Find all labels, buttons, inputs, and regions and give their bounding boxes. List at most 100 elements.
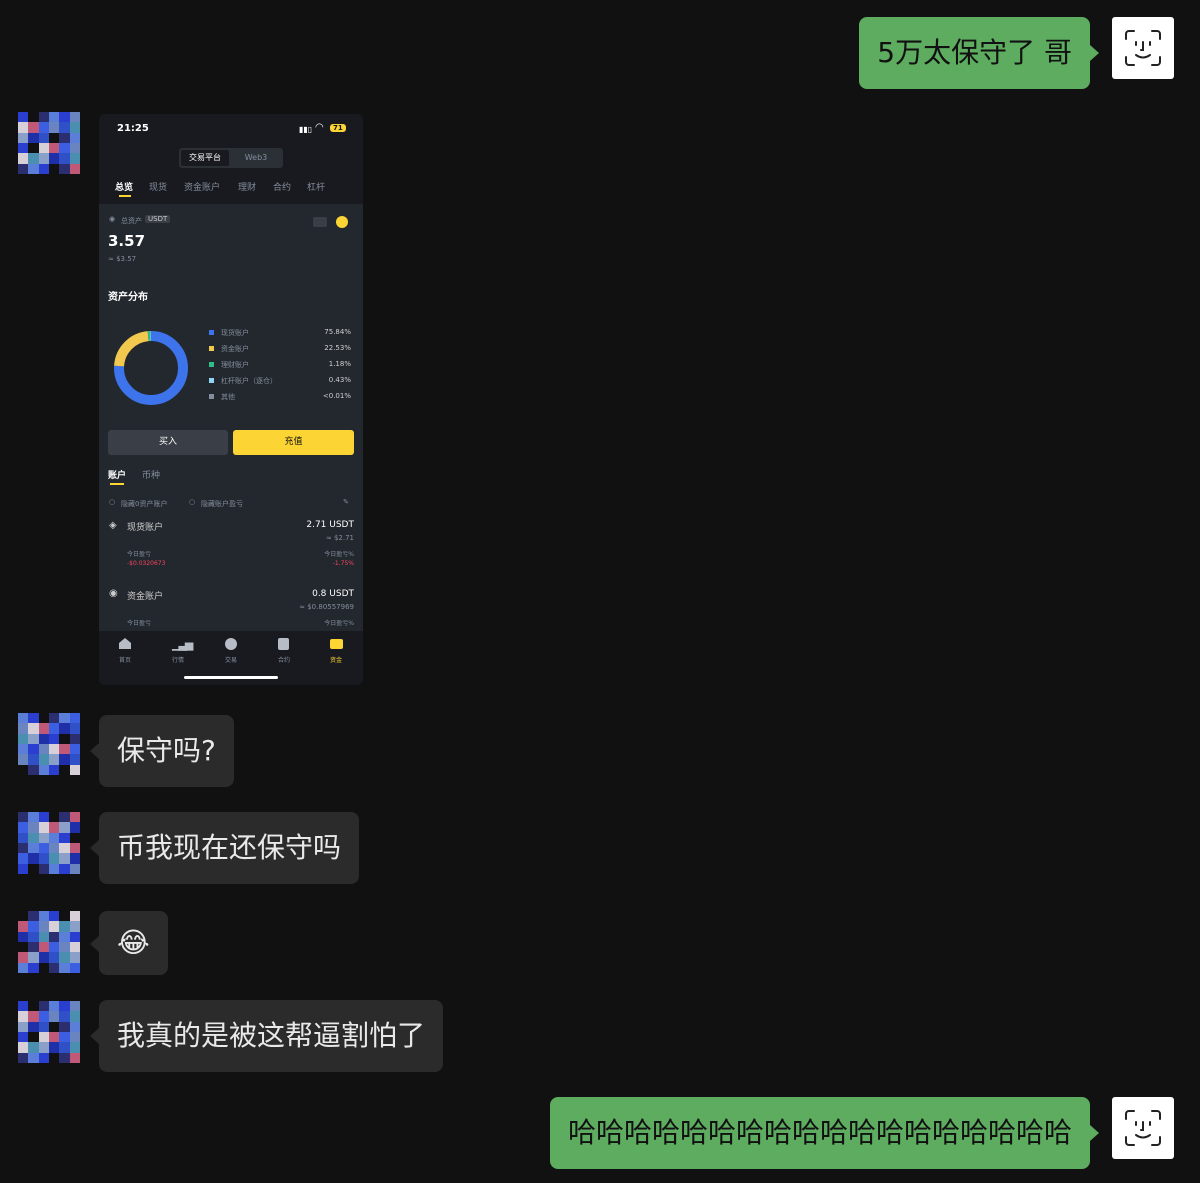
legend-item: 理财账户 1.18% [209, 360, 351, 370]
hide-zero-label: 隐藏0资产账户 [121, 500, 168, 508]
legend-value: 75.84% [324, 328, 351, 336]
bubble-tail [1090, 1125, 1099, 1141]
legend-item: 现货账户 75.84% [209, 328, 351, 338]
tab-exchange[interactable]: 交易平台 [181, 150, 229, 166]
legend-value: 1.18% [328, 360, 351, 368]
fund-account-amount: 0.8 USDT [312, 589, 354, 599]
contact-avatar[interactable] [18, 911, 80, 973]
tab-funding[interactable]: 资金账户 [184, 180, 220, 193]
hide-zero-checkbox[interactable]: ○ [109, 498, 115, 506]
contact-avatar[interactable] [18, 112, 80, 174]
fund-account-name[interactable]: 资金账户 [127, 589, 163, 602]
battery-icon: 71 [330, 124, 346, 132]
eye-icon[interactable]: ◉ [109, 215, 115, 223]
tab-coins[interactable]: 币种 [142, 468, 160, 481]
spot-account-usd: ≈ $2.71 [325, 534, 354, 542]
total-label: 总资产 [121, 217, 142, 225]
bubble-tail [90, 1028, 99, 1044]
contact-avatar[interactable] [18, 713, 80, 775]
chart-legend: 现货账户 75.84% 资金账户 22.53% 理财账户 1.18% 杠杆账户（逐仓） 0.4… [209, 328, 351, 408]
history-icon[interactable] [313, 217, 327, 227]
signal-icon: ▮▮▯ [299, 125, 313, 134]
tab-web3[interactable]: Web3 [235, 150, 277, 166]
wifi-icon: ◠ [315, 122, 324, 133]
legend-value: <0.01% [322, 392, 351, 400]
nav-trade[interactable]: 交易 [225, 655, 237, 664]
tab-spot[interactable]: 现货 [149, 180, 167, 193]
legend-swatch [209, 394, 214, 399]
donut-chart [114, 331, 188, 405]
spot-pnl-label: 今日盈亏 [127, 551, 152, 558]
nav-assets[interactable]: 资金 [330, 655, 342, 664]
contact-avatar[interactable] [18, 812, 80, 874]
bubble-tail [1090, 45, 1099, 61]
tab-overview[interactable]: 总览 [115, 180, 133, 193]
message-bubble-mine[interactable]: 哈哈哈哈哈哈哈哈哈哈哈哈哈哈哈哈哈哈 [549, 1097, 1090, 1169]
message-bubble-other[interactable]: 我真的是被这帮逼割怕了 [99, 1000, 444, 1072]
legend-item: 杠杆账户（逐仓） 0.43% [209, 376, 351, 386]
home-indicator [184, 676, 278, 679]
legend-swatch [209, 362, 214, 367]
spot-account-icon: ◈ [109, 520, 117, 531]
fund-account-usd: ≈ $0.80557969 [299, 603, 354, 611]
nav-market[interactable]: 行情 [172, 655, 184, 664]
legend-label: 现货账户 [221, 329, 249, 337]
tab-earn[interactable]: 理财 [238, 180, 256, 193]
nav-home[interactable]: 首页 [119, 655, 131, 664]
buy-button[interactable]: 买入 [108, 430, 228, 455]
futures-icon[interactable] [278, 638, 289, 650]
fund-account-icon: ◉ [109, 588, 118, 599]
total-value: 3.57 [108, 232, 146, 250]
asset-panel [99, 204, 363, 644]
message-bubble-emoji[interactable]: 😂 [99, 911, 168, 975]
hide-pnl-label: 隐藏账户盈亏 [201, 500, 243, 508]
legend-swatch [209, 330, 214, 335]
bubble-tail [90, 936, 99, 952]
spot-account-name[interactable]: 现货账户 [127, 520, 163, 533]
legend-label: 其他 [221, 393, 235, 401]
contact-avatar[interactable] [18, 1001, 80, 1063]
tab-accounts[interactable]: 账户 [108, 468, 126, 481]
legend-item: 其他 <0.01% [209, 392, 351, 402]
spot-pnl-pct: -1.75% [332, 560, 354, 567]
legend-item: 资金账户 22.53% [209, 344, 351, 354]
legend-label: 杠杆账户（逐仓） [221, 377, 277, 385]
nav-futures[interactable]: 合约 [278, 655, 290, 664]
face-id-icon [1125, 30, 1161, 66]
tab-margin[interactable]: 杠杆 [307, 180, 325, 193]
message-bubble-other[interactable]: 币我现在还保守吗 [99, 812, 360, 884]
spot-pnl-pct-label: 今日盈亏% [324, 551, 354, 558]
currency-select[interactable]: USDT [145, 215, 171, 223]
bubble-tail [90, 840, 99, 856]
face-id-icon [1125, 1110, 1161, 1146]
message-bubble-mine[interactable]: 5万太保守了 哥 [859, 17, 1090, 89]
tab-indicator [119, 195, 131, 197]
deposit-button[interactable]: 充值 [233, 430, 354, 455]
legend-swatch [209, 378, 214, 383]
legend-value: 0.43% [328, 376, 351, 384]
trade-icon[interactable] [225, 638, 237, 650]
market-icon[interactable]: ▁▃▅ [172, 638, 193, 651]
status-time: 21:25 [117, 123, 149, 134]
bubble-tail [90, 743, 99, 759]
spot-account-amount: 2.71 USDT [306, 520, 354, 530]
pie-toggle-icon[interactable] [336, 216, 348, 228]
fund-pnl-pct-label: 今日盈亏% [324, 620, 354, 627]
message-bubble-other[interactable]: 保守吗? [99, 715, 234, 787]
fund-pnl-label: 今日盈亏 [127, 620, 152, 627]
total-usd: ≈ $3.57 [108, 255, 137, 263]
edit-icon[interactable]: ✎ [343, 498, 349, 506]
my-avatar[interactable] [1112, 17, 1174, 79]
tab-futures[interactable]: 合约 [273, 180, 291, 193]
legend-value: 22.53% [324, 344, 351, 352]
legend-swatch [209, 346, 214, 351]
spot-pnl-value: -$0.0320673 [127, 560, 166, 567]
legend-label: 理财账户 [221, 361, 249, 369]
wallet-icon[interactable] [330, 639, 343, 649]
screenshot-image[interactable]: 21:25 ▮▮▯ ◠ 71 交易平台 Web3 总览 现货 资金账户 理财 合… [99, 114, 363, 685]
distribution-title: 资产分布 [108, 292, 148, 303]
legend-label: 资金账户 [221, 345, 249, 353]
list-tab-indicator [110, 483, 124, 485]
my-avatar[interactable] [1112, 1097, 1174, 1159]
hide-pnl-checkbox[interactable]: ○ [189, 498, 195, 506]
